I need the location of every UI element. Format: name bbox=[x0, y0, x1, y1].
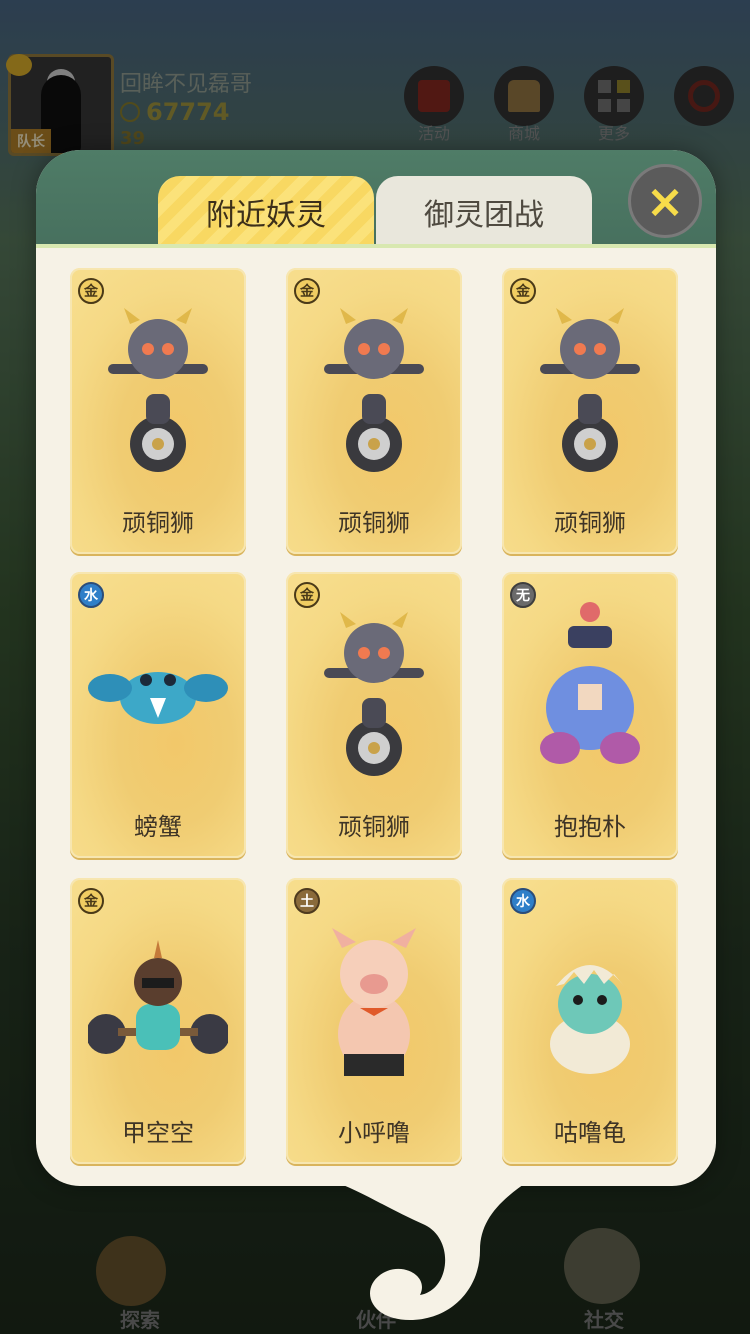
spirit-name: 螃蟹 bbox=[134, 813, 182, 841]
tab-spirit-team-battle[interactable]: 御灵团战 bbox=[376, 176, 592, 248]
spirit-name: 小呼噜 bbox=[338, 1119, 410, 1147]
swirl-decoration bbox=[330, 1180, 530, 1320]
spirit-card[interactable]: 金 顽铜狮 bbox=[502, 268, 678, 554]
spirit-name: 顽铜狮 bbox=[338, 813, 410, 841]
spirit-portrait bbox=[540, 602, 640, 764]
spirit-card[interactable]: 土 小呼噜 bbox=[286, 878, 462, 1164]
spirit-card[interactable]: 金 顽铜狮 bbox=[286, 268, 462, 554]
tab-nearby-spirits[interactable]: 附近妖灵 bbox=[158, 176, 374, 248]
spirit-name: 顽铜狮 bbox=[122, 509, 194, 537]
spirit-card[interactable]: 水 咕噜龟 bbox=[502, 878, 678, 1164]
spirit-portrait bbox=[324, 308, 424, 472]
spirit-card[interactable]: 金 顽铜狮 bbox=[70, 268, 246, 554]
spirit-card[interactable]: 无 抱抱朴 bbox=[502, 572, 678, 858]
spirit-portrait bbox=[88, 672, 228, 724]
spirit-name: 顽铜狮 bbox=[554, 509, 626, 537]
nearby-spirits-modal: 附近妖灵 御灵团战 × 金 顽铜狮金 顽铜狮金 顽铜狮水 螃蟹金 顽铜狮 无 抱… bbox=[36, 150, 716, 1186]
spirit-card[interactable]: 金 甲空空 bbox=[70, 878, 246, 1164]
spirit-portrait bbox=[108, 308, 208, 472]
spirit-portrait bbox=[540, 308, 640, 472]
spirit-portrait bbox=[324, 612, 424, 776]
spirit-portrait bbox=[88, 940, 228, 1054]
spirit-portrait bbox=[550, 965, 630, 1074]
close-icon: × bbox=[645, 174, 685, 228]
spirit-name: 咕噜龟 bbox=[554, 1119, 626, 1147]
spirit-portrait bbox=[332, 928, 416, 1076]
spirit-name: 顽铜狮 bbox=[338, 509, 410, 537]
spirit-card[interactable]: 水 螃蟹 bbox=[70, 572, 246, 858]
spirit-card[interactable]: 金 顽铜狮 bbox=[286, 572, 462, 858]
spirit-name: 甲空空 bbox=[122, 1119, 194, 1147]
modal-header: 附近妖灵 御灵团战 bbox=[36, 150, 716, 248]
close-button[interactable]: × bbox=[628, 164, 702, 238]
spirit-name: 抱抱朴 bbox=[554, 813, 626, 841]
